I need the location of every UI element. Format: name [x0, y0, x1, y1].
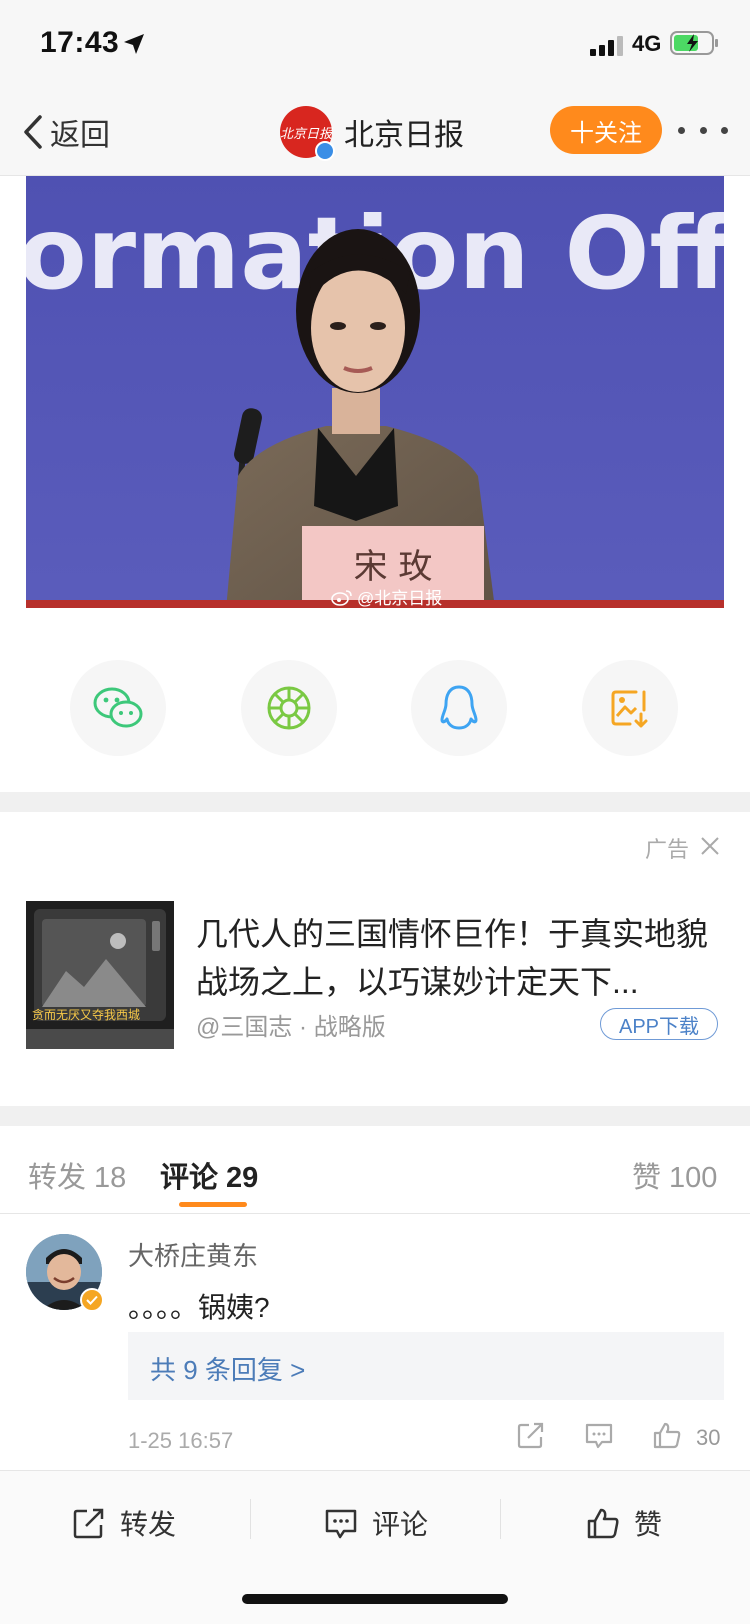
tab-like-count: 100	[669, 1162, 718, 1194]
active-tab-indicator	[179, 1202, 247, 1207]
ad-source[interactable]: @三国志 · 战略版	[196, 1007, 386, 1042]
like-label: 赞	[634, 1509, 663, 1540]
nav-bar: 返回 北京日报 北京日报 十关注	[0, 90, 750, 176]
qq-icon	[440, 685, 478, 730]
photo-scene: ormation Off 宋 玫	[26, 176, 724, 632]
tab-like[interactable]: 赞 100	[632, 1154, 717, 1196]
repost-icon	[73, 1508, 104, 1539]
like-button[interactable]: 赞	[586, 1501, 662, 1545]
share-wechat-button[interactable]	[70, 660, 166, 756]
comment-reply-icon[interactable]	[584, 1420, 614, 1450]
section-divider	[0, 1106, 750, 1126]
tab-repost[interactable]: 转发 18	[28, 1154, 126, 1196]
close-icon[interactable]	[700, 836, 720, 856]
comment-button[interactable]: 评论	[324, 1501, 428, 1545]
comment-timestamp: 1-25 16:57	[128, 1428, 234, 1453]
location-arrow-icon	[124, 34, 144, 54]
wechat-icon	[93, 687, 143, 728]
more-dot-icon	[678, 126, 685, 134]
home-indicator[interactable]	[242, 1594, 508, 1604]
section-divider	[0, 792, 750, 812]
replies-count-label: 共 9 条回复 >	[150, 1355, 306, 1385]
comment-like-count: 30	[696, 1425, 721, 1450]
moments-icon	[267, 686, 311, 730]
comment-share-icon[interactable]	[516, 1420, 546, 1450]
more-dot-icon	[721, 126, 728, 134]
ad-tag: 广告	[645, 837, 690, 862]
chevron-left-icon	[24, 115, 42, 149]
comment-text: 。。。。锅姨?	[128, 1292, 270, 1323]
thumbs-up-icon[interactable]	[652, 1420, 682, 1450]
tab-comment-label: 评论	[160, 1162, 219, 1194]
tab-like-label: 赞	[632, 1162, 662, 1194]
more-dot-icon	[699, 126, 707, 134]
tab-repost-label: 转发	[28, 1162, 87, 1194]
more-options-button[interactable]	[678, 110, 728, 150]
app-download-button[interactable]: APP下载	[600, 1008, 718, 1040]
view-replies-button[interactable]: 共 9 条回复 >	[128, 1332, 724, 1400]
nameplate-text: 宋 玫	[354, 547, 433, 587]
weibo-logo-icon	[331, 589, 352, 606]
account-name: 北京日报	[344, 119, 464, 152]
ad-thumbnail[interactable]: 贪而无厌又夺我西城	[26, 901, 174, 1049]
ad-thumbnail-art	[26, 901, 174, 1049]
ad-title[interactable]: 几代人的三国情怀巨作！于真实地貌战场之上，以巧谋妙计定天下...	[196, 910, 726, 1006]
thumbs-up-icon	[587, 1508, 619, 1539]
tab-repost-count: 18	[94, 1162, 127, 1194]
signal-icon	[590, 36, 623, 56]
comment-author[interactable]: 大桥庄黄东	[128, 1236, 258, 1273]
verified-badge-icon	[80, 1288, 104, 1312]
battery-icon	[670, 31, 718, 55]
ad-thumbnail-caption: 贪而无厌又夺我西城	[32, 1008, 141, 1022]
back-label: 返回	[50, 119, 110, 152]
repost-button[interactable]: 转发	[72, 1501, 176, 1545]
avatar-logo-text: 北京日报	[280, 126, 333, 142]
tab-comment[interactable]: 评论 29	[160, 1154, 258, 1196]
back-button[interactable]: 返回	[22, 110, 110, 154]
photo-caption-text: @北京日报	[357, 589, 443, 608]
save-image-button[interactable]	[582, 660, 678, 756]
share-qq-button[interactable]	[411, 660, 507, 756]
comment-icon	[325, 1509, 357, 1539]
divider	[500, 1499, 501, 1539]
follow-button[interactable]: 十关注	[550, 106, 662, 154]
share-moments-button[interactable]	[241, 660, 337, 756]
divider	[250, 1499, 251, 1539]
save-image-icon	[611, 690, 648, 728]
comment-item: 大桥庄黄东 。。。。锅姨? 共 9 条回复 > 1-25 16:57 30	[0, 1214, 750, 1470]
tab-comment-count: 29	[226, 1162, 259, 1194]
status-bar: 17:43 4G	[0, 0, 750, 90]
comment-label: 评论	[372, 1509, 429, 1540]
interaction-tabs: 转发 18 评论 29 赞 100	[0, 1126, 750, 1214]
account-header[interactable]: 北京日报 北京日报	[280, 106, 464, 161]
status-time: 17:43	[40, 26, 120, 59]
account-avatar: 北京日报	[280, 106, 335, 161]
network-type: 4G	[632, 31, 662, 56]
share-row	[0, 660, 750, 760]
photo-watermark: @北京日报	[331, 584, 442, 609]
repost-label: 转发	[120, 1509, 177, 1540]
verified-badge-icon	[315, 141, 335, 161]
post-photo[interactable]: ormation Off 宋 玫 @北京日报	[26, 176, 724, 632]
